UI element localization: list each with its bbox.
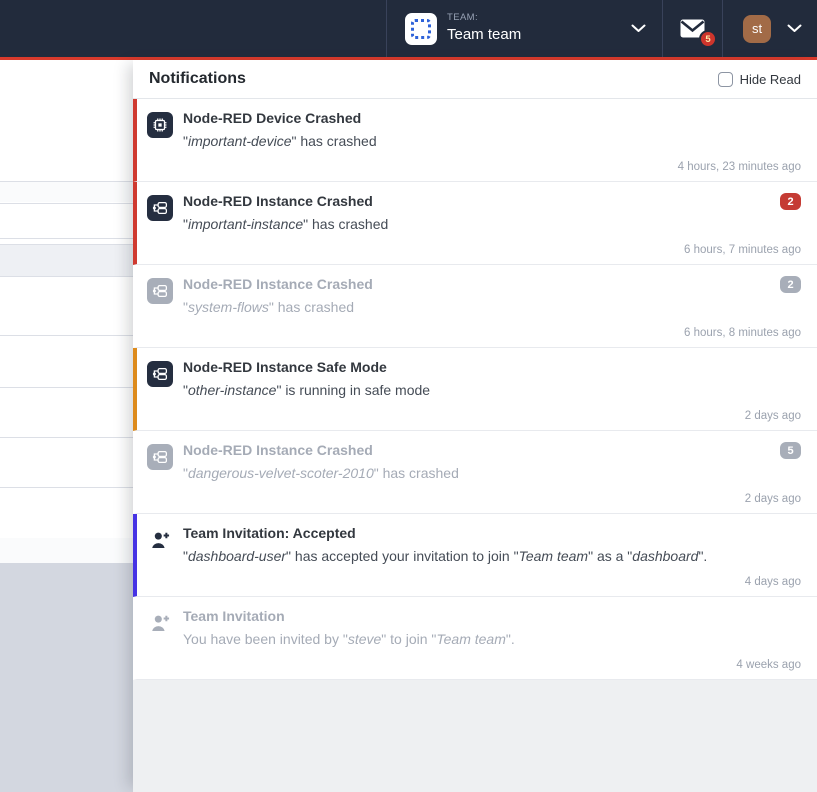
notification-item[interactable]: Node-RED Instance Crashed 5 "dangerous-v… [133, 431, 817, 514]
notification-content: Team Invitation You have been invited by… [183, 608, 801, 673]
notification-icon-wrap [147, 527, 173, 590]
notification-content: Node-RED Instance Safe Mode "other-insta… [183, 359, 801, 424]
notification-item[interactable]: Node-RED Device Crashed "important-devic… [133, 99, 817, 182]
user-plus-icon [147, 527, 173, 553]
notification-item[interactable]: Team Invitation You have been invited by… [133, 597, 817, 680]
notification-content: Node-RED Instance Crashed 2 "important-i… [183, 193, 801, 258]
notification-message: "important-instance" has crashed [183, 216, 801, 234]
notification-timestamp: 4 weeks ago [183, 659, 801, 673]
nr-instance-icon [147, 278, 173, 304]
notifications-button[interactable]: 5 [662, 0, 722, 57]
user-menu[interactable]: st [722, 0, 817, 57]
notification-timestamp: 6 hours, 8 minutes ago [183, 327, 801, 341]
notification-count-badge: 2 [780, 276, 801, 293]
background-row [0, 182, 140, 202]
team-name: Team team [447, 26, 521, 43]
notification-title: Team Invitation [183, 608, 285, 625]
notification-list: Node-RED Device Crashed "important-devic… [133, 99, 817, 680]
notification-timestamp: 6 hours, 7 minutes ago [183, 244, 801, 258]
notification-content: Node-RED Device Crashed "important-devic… [183, 110, 801, 175]
background-divider [0, 203, 140, 204]
chevron-down-icon [631, 24, 646, 33]
avatar: st [743, 15, 771, 43]
background-divider [0, 244, 140, 245]
background-overlay [0, 563, 140, 792]
background-divider [0, 181, 140, 182]
notifications-drawer: Notifications Hide Read [133, 60, 817, 792]
notification-item[interactable]: Team Invitation: Accepted "dashboard-use… [133, 514, 817, 597]
notification-message: "dangerous-velvet-scoter-2010" has crash… [183, 465, 801, 483]
notification-item[interactable]: Node-RED Instance Crashed 2 "important-i… [133, 182, 817, 265]
background-divider [0, 487, 140, 488]
background-divider [0, 238, 140, 239]
notification-item[interactable]: Node-RED Instance Crashed 2 "system-flow… [133, 265, 817, 348]
notification-icon-wrap [147, 610, 173, 673]
notification-count-badge: 2 [780, 193, 801, 210]
notification-title: Node-RED Instance Crashed [183, 193, 373, 210]
drawer-header: Notifications Hide Read [133, 60, 817, 99]
background-row [0, 245, 140, 276]
notification-message: "other-instance" is running in safe mode [183, 382, 801, 400]
background-divider [0, 335, 140, 336]
notification-title: Node-RED Instance Safe Mode [183, 359, 387, 376]
notification-title: Team Invitation: Accepted [183, 525, 356, 542]
notification-icon-wrap [147, 278, 173, 341]
notification-icon-wrap [147, 361, 173, 424]
notification-icon-wrap [147, 195, 173, 258]
nr-instance-icon [147, 195, 173, 221]
notification-message: You have been invited by "steve" to join… [183, 631, 801, 649]
drawer-footer [133, 680, 817, 792]
navbar-spacer [0, 0, 386, 57]
chevron-down-icon [787, 24, 802, 33]
notification-title: Node-RED Instance Crashed [183, 276, 373, 293]
notification-title: Node-RED Instance Crashed [183, 442, 373, 459]
background-divider [0, 276, 140, 277]
nr-instance-icon [147, 361, 173, 387]
top-navbar: TEAM: Team team 5 st [0, 0, 817, 60]
team-label: TEAM: [447, 13, 521, 24]
notification-icon-wrap [147, 112, 173, 175]
background-page [0, 60, 140, 792]
background-divider [0, 387, 140, 388]
hide-read-checkbox[interactable] [718, 72, 733, 87]
team-icon [405, 13, 437, 45]
user-plus-icon [147, 610, 173, 636]
nr-instance-icon [147, 444, 173, 470]
notification-count-badge: 5 [780, 442, 801, 459]
notification-message: "system-flows" has crashed [183, 299, 801, 317]
notification-content: Node-RED Instance Crashed 2 "system-flow… [183, 276, 801, 341]
chip-icon [147, 112, 173, 138]
background-divider [0, 437, 140, 438]
notification-timestamp: 2 days ago [183, 493, 801, 507]
page-title: Notifications [149, 70, 246, 88]
unread-count-badge: 5 [699, 30, 717, 48]
notification-content: Node-RED Instance Crashed 5 "dangerous-v… [183, 442, 801, 507]
notification-title: Node-RED Device Crashed [183, 110, 361, 127]
notification-icon-wrap [147, 444, 173, 507]
notification-timestamp: 2 days ago [183, 410, 801, 424]
hide-read-toggle[interactable]: Hide Read [718, 72, 801, 87]
background-row [0, 538, 140, 563]
team-selector[interactable]: TEAM: Team team [386, 0, 662, 57]
notification-item[interactable]: Node-RED Instance Safe Mode "other-insta… [133, 348, 817, 431]
notification-message: "dashboard-user" has accepted your invit… [183, 548, 801, 566]
notification-content: Team Invitation: Accepted "dashboard-use… [183, 525, 801, 590]
notification-timestamp: 4 hours, 23 minutes ago [183, 161, 801, 175]
notification-timestamp: 4 days ago [183, 576, 801, 590]
hide-read-label: Hide Read [740, 72, 801, 87]
notification-message: "important-device" has crashed [183, 133, 801, 151]
